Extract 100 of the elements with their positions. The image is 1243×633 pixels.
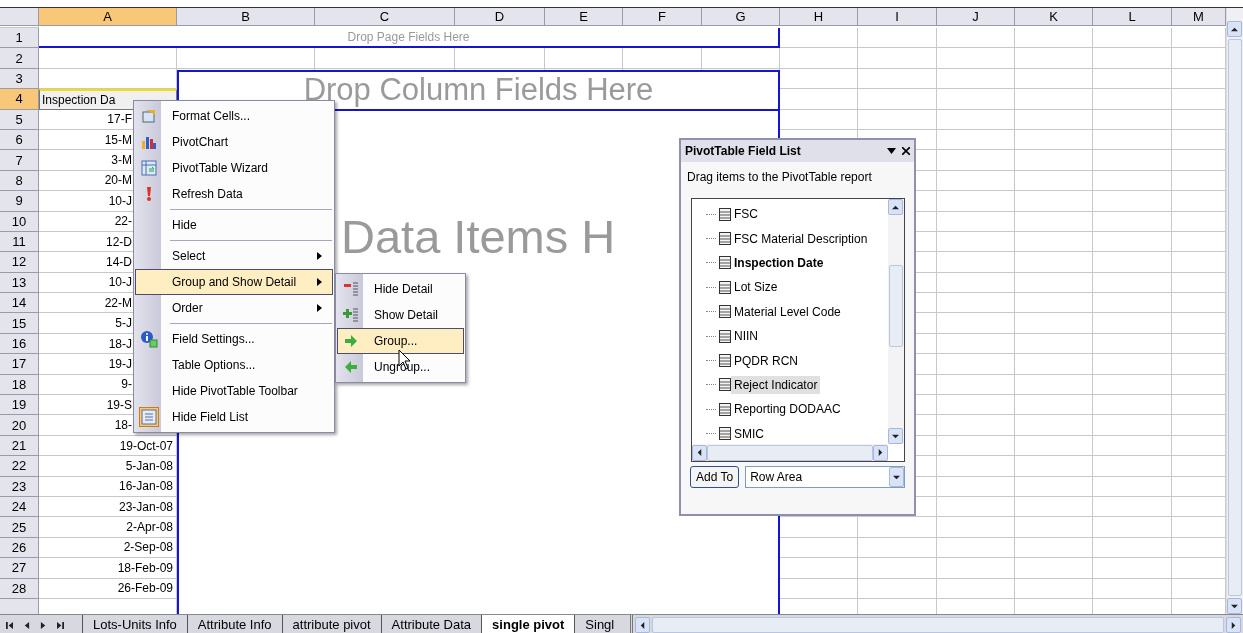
row-header[interactable]: 21 xyxy=(0,435,39,457)
scroll-down-button[interactable] xyxy=(1227,598,1242,614)
row-header[interactable]: 24 xyxy=(0,497,39,518)
column-header[interactable]: M xyxy=(1172,8,1226,26)
row-header[interactable]: 16 xyxy=(0,333,39,355)
right-arrow-icon[interactable] xyxy=(877,449,884,456)
field-item[interactable]: Reporting DODAAC xyxy=(731,400,844,419)
panel-title: PivotTable Field List xyxy=(685,144,802,158)
column-header[interactable]: C xyxy=(315,8,455,26)
column-header[interactable]: G xyxy=(702,8,780,26)
scroll-thumb[interactable] xyxy=(889,265,903,348)
row-header[interactable]: 2 xyxy=(0,48,39,69)
format-icon xyxy=(140,108,157,124)
left-arrow-icon[interactable] xyxy=(639,621,647,629)
row-header[interactable]: 1 xyxy=(0,28,39,49)
column-header[interactable]: F xyxy=(623,8,702,26)
add-to-button[interactable]: Add To xyxy=(690,466,740,488)
row-header[interactable]: 27 xyxy=(0,558,39,579)
row-header[interactable]: 10 xyxy=(0,211,39,232)
row-header[interactable]: 13 xyxy=(0,272,39,294)
dropdown-button[interactable] xyxy=(889,467,904,487)
remove-detail-icon xyxy=(342,281,359,297)
column-header[interactable]: B xyxy=(177,8,315,26)
scroll-thumb[interactable] xyxy=(652,617,1224,633)
field-item[interactable]: FSC xyxy=(731,205,761,224)
row-header[interactable]: 15 xyxy=(0,313,39,334)
menu-item[interactable]: Hide Detail xyxy=(337,276,464,302)
first-sheet-icon[interactable] xyxy=(6,621,13,629)
field-item[interactable]: Lot Size xyxy=(731,278,781,297)
scroll-left-button[interactable] xyxy=(692,444,707,461)
field-icon xyxy=(719,280,731,294)
row-header[interactable]: 9 xyxy=(0,191,39,212)
menu-item[interactable]: Show Detail xyxy=(337,302,464,328)
field-item[interactable]: Reject Indicator xyxy=(731,375,821,394)
column-header[interactable]: J xyxy=(937,8,1015,26)
scroll-down-button[interactable] xyxy=(888,428,903,444)
field-item[interactable]: FSC Material Description xyxy=(731,229,871,248)
down-arrow-icon[interactable] xyxy=(892,432,899,440)
field-icon xyxy=(719,232,731,246)
row-header[interactable]: 3 xyxy=(0,68,39,90)
dropdown-icon[interactable] xyxy=(887,148,896,154)
row-header[interactable]: 12 xyxy=(0,252,39,273)
column-header[interactable]: H xyxy=(780,8,858,26)
menu-item[interactable]: Ungroup... xyxy=(337,354,464,380)
info-icon xyxy=(139,330,158,348)
previous-sheet-icon[interactable] xyxy=(23,621,30,629)
up-arrow-icon[interactable] xyxy=(892,203,899,211)
column-header[interactable]: D xyxy=(455,8,545,26)
column-header[interactable]: L xyxy=(1093,8,1172,26)
column-header[interactable]: I xyxy=(858,8,937,26)
field-icon xyxy=(719,207,731,221)
scroll-up-button[interactable] xyxy=(888,199,903,215)
row-header[interactable]: 20 xyxy=(0,415,39,436)
scroll-right-button[interactable] xyxy=(873,444,888,461)
row-header[interactable]: 5 xyxy=(0,109,39,130)
column-header[interactable]: A xyxy=(39,8,177,26)
scroll-thumb[interactable] xyxy=(1228,39,1242,596)
row-header[interactable]: 19 xyxy=(0,395,39,416)
close-icon[interactable] xyxy=(902,147,910,155)
sheet-tab[interactable]: attribute pivot xyxy=(281,615,381,633)
row-header[interactable]: 7 xyxy=(0,150,39,171)
sheet-tab[interactable]: Lots-Units Info xyxy=(82,615,187,633)
left-arrow-icon[interactable] xyxy=(696,449,703,456)
up-arrow-icon[interactable] xyxy=(1231,25,1238,33)
last-sheet-icon[interactable] xyxy=(57,621,64,629)
scroll-thumb[interactable] xyxy=(707,444,873,461)
column-header[interactable]: E xyxy=(545,8,623,26)
scroll-right-button[interactable] xyxy=(1226,617,1241,633)
row-header[interactable]: 14 xyxy=(0,293,39,314)
field-icon xyxy=(719,329,731,343)
scroll-up-button[interactable] xyxy=(1227,21,1242,37)
row-header[interactable]: 23 xyxy=(0,476,39,497)
down-arrow-icon[interactable] xyxy=(1231,602,1238,610)
row-header[interactable]: 26 xyxy=(0,537,39,559)
field-item[interactable]: Material Level Code xyxy=(731,302,844,321)
row-header[interactable]: 8 xyxy=(0,170,39,192)
row-header[interactable]: 4 xyxy=(0,89,39,110)
right-arrow-icon[interactable] xyxy=(1230,621,1237,629)
scroll-left-button[interactable] xyxy=(635,617,651,633)
field-icon xyxy=(719,305,731,319)
row-header[interactable]: 22 xyxy=(0,456,39,477)
field-item[interactable]: SMIC xyxy=(731,424,767,443)
field-item[interactable]: NIIN xyxy=(731,327,761,346)
row-header[interactable]: 25 xyxy=(0,517,39,538)
row-header[interactable]: 6 xyxy=(0,129,39,151)
row-header[interactable]: 11 xyxy=(0,231,39,253)
row-header[interactable]: 28 xyxy=(0,578,39,599)
field-item[interactable]: PQDR RCN xyxy=(731,351,801,370)
field-item[interactable]: Inspection Date xyxy=(731,253,827,272)
column-header[interactable]: K xyxy=(1015,8,1093,26)
row-header[interactable]: 17 xyxy=(0,354,39,375)
down-arrow-icon[interactable] xyxy=(893,473,900,481)
area-dropdown[interactable]: Row Area xyxy=(745,466,905,488)
row-header[interactable]: 18 xyxy=(0,374,39,396)
sheet-tab[interactable]: Singl xyxy=(574,615,625,633)
menu-item[interactable]: Group... xyxy=(337,328,464,354)
menu-item[interactable]: Group and Show Detail xyxy=(135,269,333,295)
sheet-tab[interactable]: Attribute Info xyxy=(186,615,282,633)
next-sheet-icon[interactable] xyxy=(40,621,47,629)
sheet-tab[interactable]: single pivot xyxy=(481,615,575,633)
